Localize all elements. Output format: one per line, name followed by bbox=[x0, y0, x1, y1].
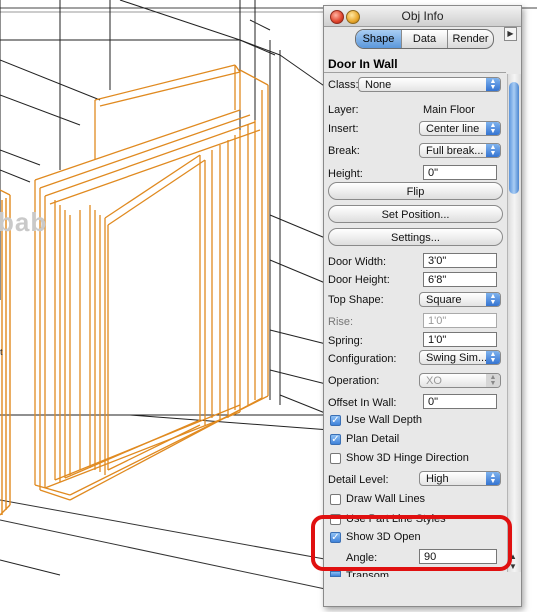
popup-arrows-icon: ▲ ▼ bbox=[486, 78, 500, 91]
tab-shape[interactable]: Shape bbox=[356, 30, 401, 48]
configuration-label: Configuration: bbox=[328, 353, 397, 365]
palette-titlebar[interactable]: Obj Info bbox=[324, 6, 521, 27]
highlight-annotation bbox=[311, 515, 512, 571]
break-popup[interactable]: Full break... ▲ ▼ bbox=[419, 143, 501, 158]
spring-field[interactable]: 1'0" bbox=[423, 332, 497, 347]
detail-level-value: High bbox=[426, 473, 449, 485]
break-label: Break: bbox=[328, 145, 360, 157]
popup-arrows-icon: ▲ ▼ bbox=[486, 472, 500, 485]
operation-value: XO bbox=[426, 375, 442, 387]
insert-label: Insert: bbox=[328, 123, 359, 135]
tab-render[interactable]: Render bbox=[447, 30, 493, 48]
draw-wall-lines-label: Draw Wall Lines bbox=[346, 493, 426, 505]
palette-menu-icon[interactable]: ▶ bbox=[504, 27, 517, 41]
top-shape-label: Top Shape: bbox=[328, 294, 384, 306]
door-wireframe bbox=[34, 64, 269, 501]
operation-label: Operation: bbox=[328, 375, 380, 387]
door-height-field[interactable]: 6'8" bbox=[423, 272, 497, 287]
offset-label: Offset In Wall: bbox=[328, 397, 397, 409]
use-wall-depth-checkbox[interactable]: ✓ bbox=[330, 415, 341, 426]
offset-field[interactable]: 0" bbox=[423, 394, 497, 409]
popup-arrows-icon: ▲ ▼ bbox=[486, 122, 500, 135]
plan-detail-label: Plan Detail bbox=[346, 433, 400, 445]
configuration-value: Swing Sim... bbox=[426, 352, 488, 364]
popup-arrows-icon: ▲ ▼ bbox=[486, 374, 500, 387]
insert-popup[interactable]: Center line ▲ ▼ bbox=[419, 121, 501, 136]
door-width-field[interactable]: 3'0" bbox=[423, 253, 497, 268]
scrollbar[interactable]: ▲ ▼ bbox=[507, 74, 521, 572]
popup-arrows-icon: ▲ ▼ bbox=[486, 351, 500, 364]
spring-label: Spring: bbox=[328, 335, 363, 347]
canvas-ghost-label: bab bbox=[0, 207, 48, 237]
rise-field[interactable]: 1'0" bbox=[423, 313, 497, 328]
flip-button[interactable]: Flip bbox=[328, 182, 503, 200]
configuration-popup[interactable]: Swing Sim... ▲ ▼ bbox=[419, 350, 501, 365]
door-height-label: Door Height: bbox=[328, 274, 390, 286]
class-popup[interactable]: None ▲ ▼ bbox=[358, 77, 501, 92]
class-label: Class: bbox=[328, 79, 359, 91]
settings-button[interactable]: Settings... bbox=[328, 228, 503, 246]
rise-label: Rise: bbox=[328, 316, 354, 328]
set-position-button[interactable]: Set Position... bbox=[328, 205, 503, 223]
palette-title: Obj Info bbox=[401, 9, 444, 23]
layer-value: Main Floor bbox=[423, 104, 475, 116]
class-value: None bbox=[365, 79, 392, 91]
height-label: Height: bbox=[328, 168, 363, 180]
top-shape-value: Square bbox=[426, 294, 462, 306]
draw-wall-lines-checkbox[interactable] bbox=[330, 494, 341, 505]
operation-popup[interactable]: XO ▲ ▼ bbox=[419, 373, 501, 388]
layer-label: Layer: bbox=[328, 104, 359, 116]
insert-value: Center line bbox=[426, 123, 480, 135]
tab-data[interactable]: Data bbox=[401, 30, 447, 48]
top-shape-popup[interactable]: Square ▲ ▼ bbox=[419, 292, 501, 307]
object-type-title: Door In Wall bbox=[328, 57, 398, 71]
popup-arrows-icon: ▲ ▼ bbox=[486, 144, 500, 157]
detail-level-popup[interactable]: High ▲ ▼ bbox=[419, 471, 501, 486]
transom-checkbox[interactable] bbox=[330, 571, 341, 577]
scroll-thumb[interactable] bbox=[509, 82, 519, 194]
door-width-label: Door Width: bbox=[328, 256, 387, 268]
height-field[interactable]: 0" bbox=[423, 165, 497, 180]
canvas-mark: t bbox=[0, 347, 3, 357]
break-value: Full break... bbox=[426, 145, 484, 157]
show-hinge-checkbox[interactable] bbox=[330, 453, 341, 464]
plan-detail-checkbox[interactable]: ✓ bbox=[330, 434, 341, 445]
tab-bar: Shape Data Render bbox=[355, 29, 494, 49]
popup-arrows-icon: ▲ ▼ bbox=[486, 293, 500, 306]
show-hinge-label: Show 3D Hinge Direction bbox=[346, 452, 469, 464]
use-wall-depth-label: Use Wall Depth bbox=[346, 414, 423, 426]
divider bbox=[324, 72, 506, 73]
detail-level-label: Detail Level: bbox=[328, 474, 389, 486]
